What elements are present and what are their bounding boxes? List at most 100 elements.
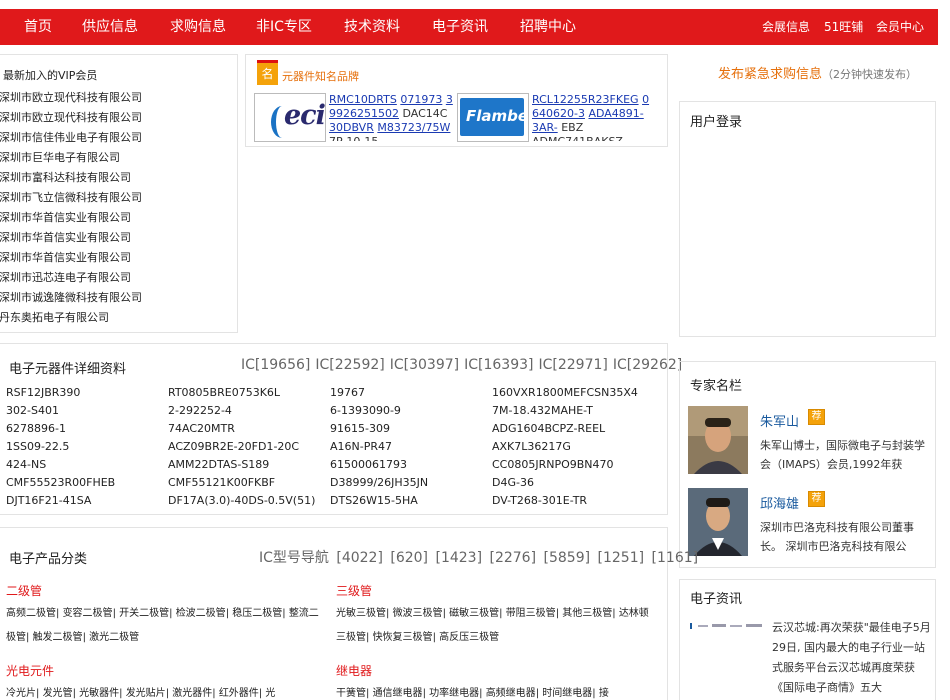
part-number-link[interactable]: 0 [642, 93, 649, 106]
category-heading[interactable]: 三级管 [336, 582, 654, 602]
ic-model-nav-link[interactable]: [4022] [336, 550, 383, 566]
component-part-link[interactable]: CC0805JRNPO9BN470 [492, 458, 654, 471]
category-item-link[interactable]: 稳压二极管 [232, 608, 282, 619]
category-item-link[interactable]: 冷光片 [6, 688, 36, 699]
expert-name[interactable]: 朱军山 [760, 411, 799, 430]
nav-exhibition[interactable]: 会展信息 [762, 9, 810, 45]
category-item-link[interactable]: 其他三极管 [562, 608, 612, 619]
urgent-purchase-link[interactable]: 发布紧急求购信息 [718, 67, 822, 82]
nav-51-shop[interactable]: 51旺铺 [824, 9, 863, 45]
nav-member-center[interactable]: 会员中心 [876, 9, 924, 45]
ic-link[interactable]: IC[16393] [464, 357, 533, 373]
category-heading[interactable]: 二级管 [6, 582, 324, 602]
component-part-link[interactable]: 61500061793 [330, 458, 492, 471]
part-number-link[interactable]: M83723/75W [377, 121, 450, 134]
ic-link[interactable]: IC[30397] [390, 357, 459, 373]
part-number-link[interactable]: 071973 [400, 93, 442, 106]
vip-member[interactable]: 深圳市迅芯连电子有限公司 [0, 268, 235, 288]
vip-member[interactable]: 深圳市巨华电子有限公司 [0, 148, 235, 168]
component-part-link[interactable]: D4G-36 [492, 476, 654, 489]
expert-card[interactable]: 朱军山 荐 朱军山博士，国际微电子与封装学会（IMAPS）会员,1992年获 [688, 406, 935, 476]
category-item-link[interactable]: 高频继电器 [486, 688, 536, 699]
nav-news[interactable]: 电子资讯 [432, 9, 488, 45]
part-number-link[interactable]: RMC10DRTS [329, 93, 397, 106]
nav-non-ic[interactable]: 非IC专区 [256, 9, 312, 45]
category-item-link[interactable]: 激光器件 [172, 688, 212, 699]
category-item-link[interactable]: 变容二极管 [63, 608, 113, 619]
ic-model-nav-link[interactable]: [2276] [490, 550, 537, 566]
component-part-link[interactable]: DTS26W15-5HA [330, 494, 492, 507]
nav-purchase[interactable]: 求购信息 [170, 9, 226, 45]
component-part-link[interactable]: A16N-PR47 [330, 440, 492, 453]
component-part-link[interactable]: ACZ09BR2E-20FD1-20C [168, 440, 330, 453]
vip-member[interactable]: 深圳市华首信实业有限公司 [0, 208, 235, 228]
flambeau-logo[interactable]: Flambeau [457, 93, 529, 142]
category-item-link[interactable]: 激光二极管 [89, 632, 139, 643]
component-part-link[interactable]: ADG1604BCPZ-REEL [492, 422, 654, 435]
ic-link[interactable]: IC[22971] [539, 357, 608, 373]
component-part-link[interactable]: DV-T268-301E-TR [492, 494, 654, 507]
component-part-link[interactable]: CMF55121K00FKBF [168, 476, 330, 489]
category-item-link[interactable]: 通信继电器 [373, 688, 423, 699]
vip-member[interactable]: 深圳市华首信实业有限公司 [0, 228, 235, 248]
component-part-link[interactable]: 302-S401 [6, 404, 168, 417]
component-part-link[interactable]: AMM22DTAS-S189 [168, 458, 330, 471]
category-item-link[interactable]: 发光管 [43, 688, 73, 699]
category-item-link[interactable]: 带阻三极管 [506, 608, 556, 619]
expert-name[interactable]: 邱海雄 [760, 493, 799, 512]
category-item-link[interactable]: 红外器件 [219, 688, 259, 699]
category-item-link[interactable]: 时间继电器 [542, 688, 592, 699]
category-item-link[interactable]: 高频二极管 [6, 608, 56, 619]
nav-supply[interactable]: 供应信息 [82, 9, 138, 45]
expert-photo[interactable] [688, 488, 748, 556]
component-part-link[interactable]: 424-NS [6, 458, 168, 471]
ic-link[interactable]: IC[29262] [613, 357, 682, 373]
component-part-link[interactable]: D38999/26JH35JN [330, 476, 492, 489]
ic-link[interactable]: IC[22592] [315, 357, 384, 373]
ic-model-nav-link[interactable]: [1161] [652, 550, 699, 566]
category-heading[interactable]: 继电器 [336, 662, 654, 682]
nav-home[interactable]: 首页 [24, 9, 52, 45]
component-part-link[interactable]: 19767 [330, 386, 492, 399]
category-item-link[interactable]: 检波二极管 [176, 608, 226, 619]
ic-model-nav-link[interactable]: [620] [390, 550, 428, 566]
component-part-link[interactable]: 7M-18.432MAHE-T [492, 404, 654, 417]
category-item-link[interactable]: 接 [599, 688, 609, 699]
ic-model-nav-link[interactable]: [5859] [544, 550, 591, 566]
component-part-link[interactable]: 74AC20MTR [168, 422, 330, 435]
ic-model-nav-link[interactable]: [1251] [598, 550, 645, 566]
part-number-link[interactable]: 3 [446, 93, 453, 106]
ecia-logo[interactable]: ecia [254, 93, 326, 142]
category-item-link[interactable]: 微波三极管 [393, 608, 443, 619]
component-part-link[interactable]: 1SS09-22.5 [6, 440, 168, 453]
category-item-link[interactable]: 高反压三极管 [439, 632, 499, 643]
ic-model-nav-link[interactable]: [1423] [435, 550, 482, 566]
category-item-link[interactable]: 干簧管 [336, 688, 366, 699]
vip-member[interactable]: 深圳市诚逸隆微科技有限公司 [0, 288, 235, 308]
component-part-link[interactable]: 6278896-1 [6, 422, 168, 435]
part-number-link[interactable]: 640620-3 [532, 107, 585, 120]
part-number-link[interactable]: RCL12255R23FKEG [532, 93, 639, 106]
nav-tech-docs[interactable]: 技术资料 [344, 9, 400, 45]
expert-photo[interactable] [688, 406, 748, 474]
expert-card[interactable]: 邱海雄 荐 深圳市巴洛克科技有限公司董事长。 深圳市巴洛克科技有限公 [688, 488, 935, 558]
vip-member[interactable]: 丹东奥拓电子有限公司 [0, 308, 235, 328]
category-heading[interactable]: 光电元件 [6, 662, 324, 682]
component-part-link[interactable]: 2-292252-4 [168, 404, 330, 417]
part-number-link[interactable]: 30DBVR [329, 121, 374, 134]
category-item-link[interactable]: 快恢复三极管 [373, 632, 433, 643]
component-part-link[interactable]: DJT16F21-41SA [6, 494, 168, 507]
category-item-link[interactable]: 发光贴片 [126, 688, 166, 699]
component-part-link[interactable]: AXK7L36217G [492, 440, 654, 453]
news-thumbnail[interactable] [690, 620, 765, 634]
component-part-link[interactable]: 91615-309 [330, 422, 492, 435]
ic-link[interactable]: IC[19656] [241, 357, 310, 373]
vip-member[interactable]: 深圳市飞立信微科技有限公司 [0, 188, 235, 208]
category-item-link[interactable]: 功率继电器 [429, 688, 479, 699]
vip-member[interactable]: 深圳市欧立现代科技有限公司 [0, 88, 235, 108]
vip-member[interactable]: 深圳市欧立现代科技有限公司 [0, 108, 235, 128]
component-part-link[interactable]: DF17A(3.0)-40DS-0.5V(51) [168, 494, 330, 507]
category-item-link[interactable]: 光敏器件 [79, 688, 119, 699]
category-item-link[interactable]: 光 [265, 688, 275, 699]
vip-member[interactable]: 深圳市信佳伟业电子有限公司 [0, 128, 235, 148]
